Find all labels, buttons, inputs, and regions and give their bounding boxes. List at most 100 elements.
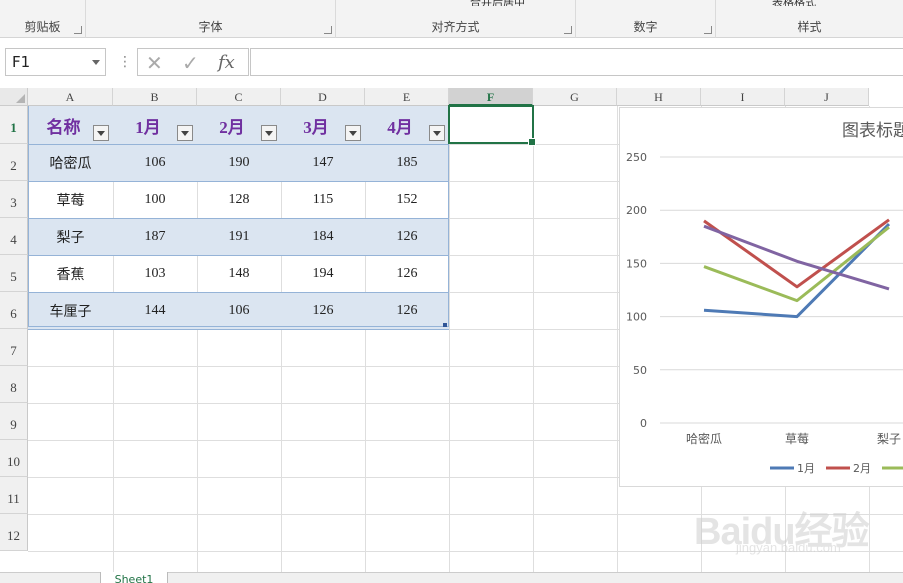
select-all-button[interactable]: [0, 88, 28, 106]
table-cell[interactable]: 126: [365, 292, 449, 329]
cancel-icon[interactable]: ✕: [146, 51, 163, 75]
row-header-2[interactable]: 2: [0, 144, 28, 181]
table-cell[interactable]: 147: [281, 144, 365, 181]
table-header-cell[interactable]: 4月: [365, 106, 435, 144]
column-header-e[interactable]: E: [365, 88, 449, 106]
column-header-d[interactable]: D: [281, 88, 365, 106]
row-header-9[interactable]: 9: [0, 403, 28, 440]
table-header-cell[interactable]: 名称: [28, 106, 99, 144]
table-cell[interactable]: 194: [281, 255, 365, 292]
table-cell[interactable]: 128: [197, 181, 281, 218]
table-cell[interactable]: 100: [113, 181, 197, 218]
font-launcher-icon[interactable]: [324, 26, 332, 34]
table-cell[interactable]: 190: [197, 144, 281, 181]
table-cell[interactable]: 126: [281, 292, 365, 329]
formula-bar: F1 ⋮ ✕ ✓ fx: [0, 38, 903, 88]
alignment-launcher-icon[interactable]: [564, 26, 572, 34]
ribbon-group-number: 数字: [576, 0, 716, 38]
column-header-f[interactable]: F: [449, 88, 533, 106]
number-launcher-icon[interactable]: [704, 26, 712, 34]
row-header-6[interactable]: 6: [0, 292, 28, 329]
group-label-styles: 样式: [797, 20, 822, 34]
table-cell[interactable]: 草莓: [28, 181, 113, 218]
row-header-1[interactable]: 1: [0, 106, 28, 144]
formula-input[interactable]: [250, 48, 903, 76]
table-header-cell[interactable]: 2月: [197, 106, 267, 144]
chevron-down-icon[interactable]: [92, 60, 100, 65]
group-label-font: 字体: [198, 20, 223, 34]
y-tick-label: 250: [626, 151, 647, 164]
grid-line: [533, 106, 534, 572]
table-cell[interactable]: 115: [281, 181, 365, 218]
name-box-value: F1: [12, 53, 31, 71]
group-label-alignment: 对齐方式: [431, 20, 480, 34]
row-header-5[interactable]: 5: [0, 255, 28, 292]
table-header-cell[interactable]: 1月: [113, 106, 183, 144]
column-header-b[interactable]: B: [113, 88, 197, 106]
table-cell[interactable]: 187: [113, 218, 197, 255]
table-cell[interactable]: 152: [365, 181, 449, 218]
y-tick-label: 150: [626, 257, 647, 270]
table-cell[interactable]: 香蕉: [28, 255, 113, 292]
filter-dropdown-icon[interactable]: [261, 125, 277, 141]
clipboard-launcher-icon[interactable]: [74, 26, 82, 34]
table-cell[interactable]: 144: [113, 292, 197, 329]
group-label-number: 数字: [633, 20, 658, 34]
excel-window: 剪贴板 字体 对齐方式 数字 样式 合并后居中 表格格式 F1 ⋮ ✕ ✓: [0, 0, 903, 583]
sheet-tab-sheet1[interactable]: Sheet1: [100, 572, 168, 583]
row-header-11[interactable]: 11: [0, 477, 28, 514]
column-header-g[interactable]: G: [533, 88, 617, 106]
table-header-cell[interactable]: 3月: [281, 106, 351, 144]
sheet-tab-bar: Sheet1: [0, 572, 903, 583]
legend-label: 1月: [797, 462, 815, 475]
line-chart[interactable]: 图表标题250200150100500哈密瓜草莓梨子1月2月3月4月: [619, 107, 903, 487]
row-header-10[interactable]: 10: [0, 440, 28, 477]
x-tick-label: 哈密瓜: [686, 431, 722, 446]
table-cell[interactable]: 103: [113, 255, 197, 292]
table-cell[interactable]: 梨子: [28, 218, 113, 255]
grid-line: [617, 106, 618, 572]
filter-dropdown-icon[interactable]: [429, 125, 445, 141]
table-cell[interactable]: 车厘子: [28, 292, 113, 329]
y-tick-label: 100: [626, 311, 647, 324]
filter-dropdown-icon[interactable]: [177, 125, 193, 141]
active-cell-f1[interactable]: [448, 105, 536, 146]
table-cell[interactable]: 184: [281, 218, 365, 255]
column-header-j[interactable]: J: [785, 88, 869, 106]
more-options-icon[interactable]: ⋮: [118, 54, 132, 70]
row-header-3[interactable]: 3: [0, 181, 28, 218]
table-cell[interactable]: 148: [197, 255, 281, 292]
y-tick-label: 200: [626, 204, 647, 217]
chart-title: 图表标题: [842, 121, 903, 141]
legend-label: 2月: [853, 462, 871, 475]
table-resize-handle[interactable]: [443, 323, 447, 327]
y-tick-label: 0: [640, 417, 647, 430]
filter-dropdown-icon[interactable]: [93, 125, 109, 141]
row-header-7[interactable]: 7: [0, 329, 28, 366]
table-cell[interactable]: 191: [197, 218, 281, 255]
format-as-table-button[interactable]: 表格格式: [772, 0, 842, 6]
insert-function-icon[interactable]: fx: [218, 52, 235, 73]
table-cell[interactable]: 哈密瓜: [28, 144, 113, 181]
name-box[interactable]: F1: [5, 48, 106, 76]
enter-icon[interactable]: ✓: [182, 51, 199, 75]
row-header-8[interactable]: 8: [0, 366, 28, 403]
merge-center-button[interactable]: 合并后居中: [470, 0, 550, 6]
group-label-clipboard: 剪贴板: [24, 20, 61, 34]
table-cell[interactable]: 126: [365, 218, 449, 255]
baidu-watermark: Baidu经验 jingyan.baidu.com: [690, 490, 900, 570]
row-header-12[interactable]: 12: [0, 514, 28, 551]
table-cell[interactable]: 126: [365, 255, 449, 292]
watermark-url: jingyan.baidu.com: [736, 540, 841, 555]
ribbon-group-clipboard: 剪贴板: [0, 0, 86, 38]
column-header-c[interactable]: C: [197, 88, 281, 106]
table-cell[interactable]: 106: [113, 144, 197, 181]
column-header-a[interactable]: A: [28, 88, 113, 106]
column-header-h[interactable]: H: [617, 88, 701, 106]
table-cell[interactable]: 106: [197, 292, 281, 329]
column-header-i[interactable]: I: [701, 88, 785, 106]
filter-dropdown-icon[interactable]: [345, 125, 361, 141]
table-cell[interactable]: 185: [365, 144, 449, 181]
row-header-4[interactable]: 4: [0, 218, 28, 255]
x-tick-label: 梨子: [877, 432, 901, 446]
